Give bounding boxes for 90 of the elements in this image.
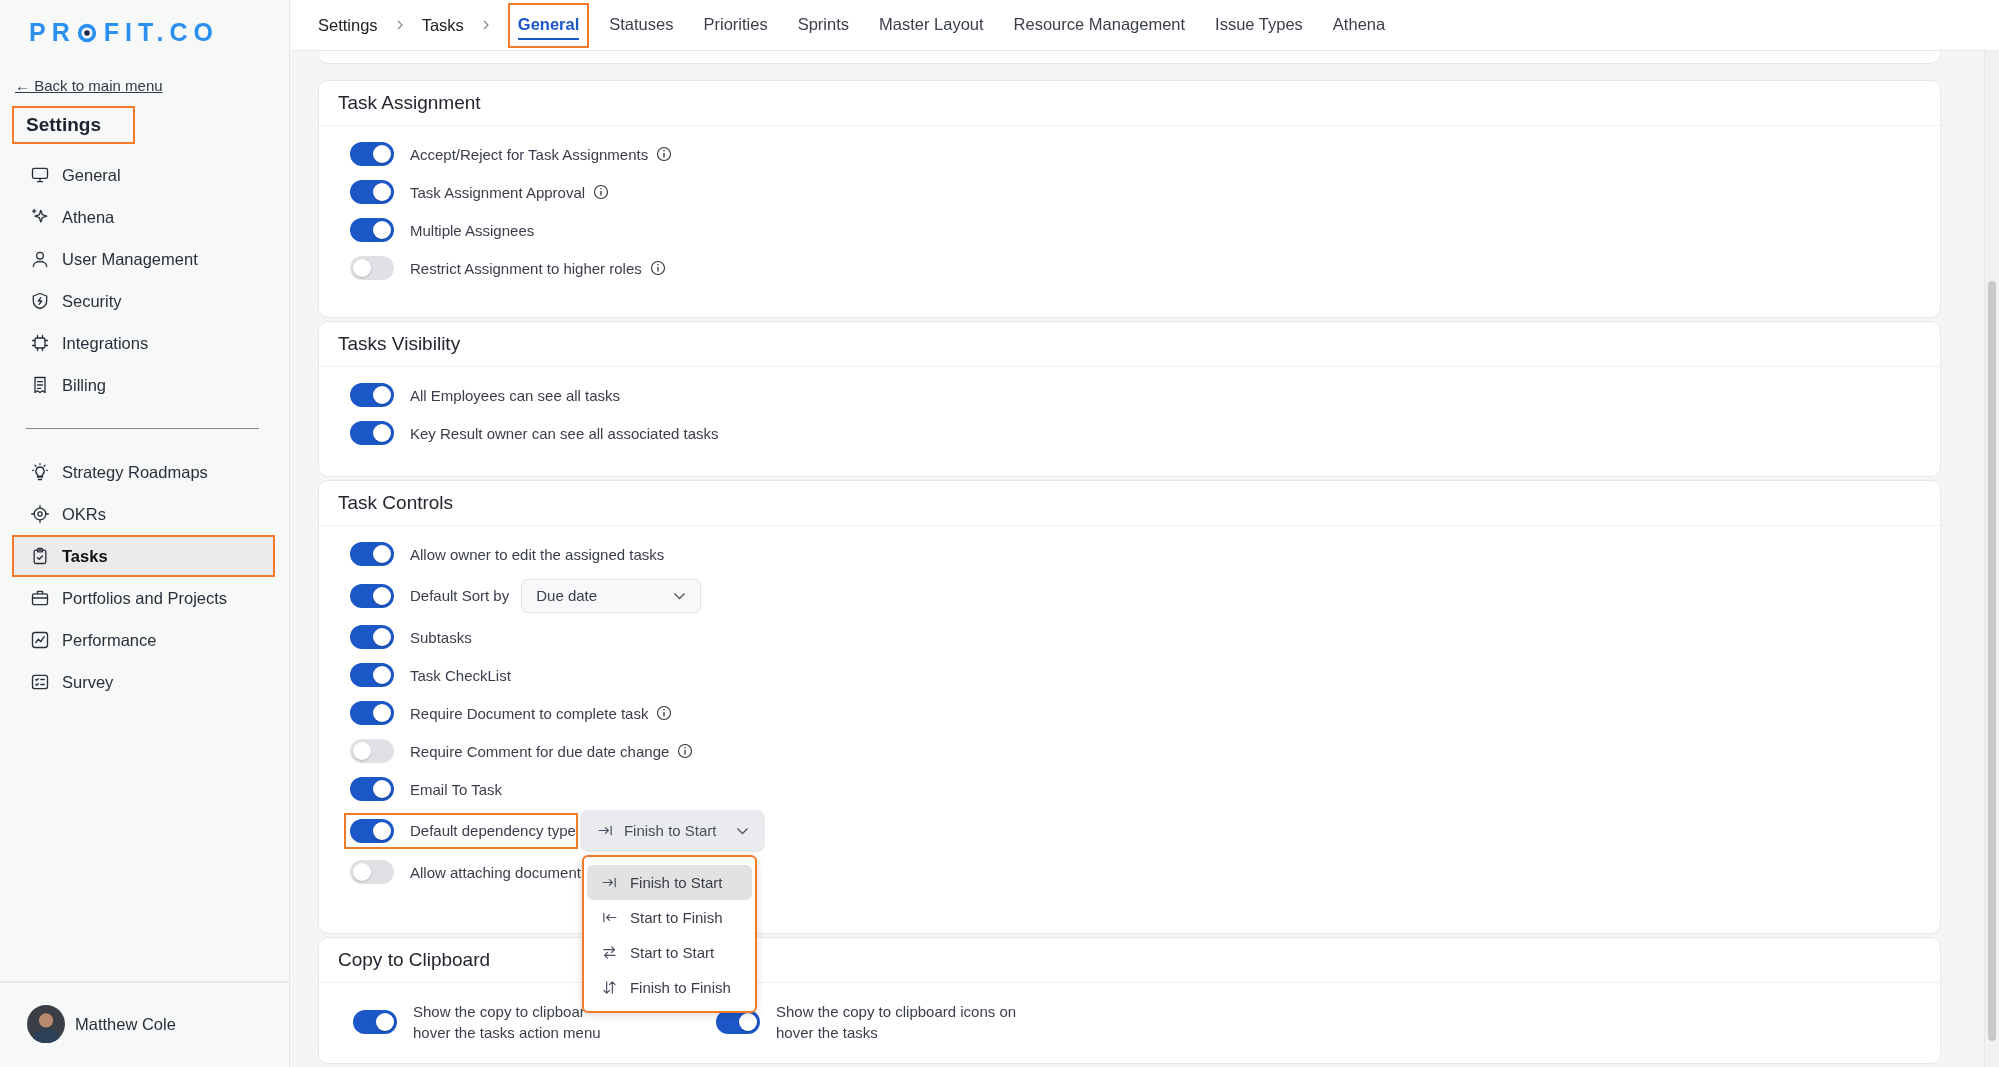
menu-option[interactable]: Start to Finish bbox=[586, 899, 752, 935]
sidebar-item[interactable]: Survey bbox=[12, 661, 275, 703]
toggle-switch[interactable] bbox=[350, 739, 394, 763]
toggle-switch[interactable] bbox=[350, 777, 394, 801]
setting-label: All Employees can see all tasks bbox=[410, 385, 621, 406]
toggle-switch[interactable] bbox=[350, 421, 394, 445]
target-icon bbox=[30, 504, 50, 524]
user-name: Matthew Cole bbox=[75, 1014, 176, 1034]
setting-label: Key Result owner can see all associated tasks bbox=[410, 423, 719, 444]
setting-label: Restrict Assignment to higher roles bbox=[410, 258, 642, 279]
chip-icon bbox=[30, 333, 50, 353]
dependency-select[interactable]: Finish to Start bbox=[579, 809, 765, 852]
swap-arrows-icon bbox=[600, 943, 618, 961]
info-icon[interactable] bbox=[649, 260, 666, 276]
setting-label: Email To Task bbox=[410, 779, 502, 800]
tab[interactable]: Sprints bbox=[787, 2, 860, 48]
info-icon[interactable] bbox=[656, 146, 673, 162]
toggle-switch[interactable] bbox=[350, 180, 394, 204]
toggle-switch[interactable] bbox=[350, 142, 394, 166]
toggle-switch[interactable] bbox=[350, 625, 394, 649]
setting-label: Default dependency type bbox=[410, 821, 576, 841]
menu-option[interactable]: Finish to Finish bbox=[586, 969, 752, 1005]
sidebar-item[interactable]: Integrations bbox=[12, 322, 275, 364]
tab[interactable]: General bbox=[507, 2, 590, 48]
menu-option[interactable]: Start to Start bbox=[586, 934, 752, 970]
toggle-switch[interactable] bbox=[353, 1010, 397, 1034]
monitor-icon bbox=[30, 165, 50, 185]
setting-label: Allow owner to edit the assigned tasks bbox=[410, 544, 665, 565]
list-checks-icon bbox=[30, 672, 50, 692]
toggle-switch[interactable] bbox=[350, 860, 394, 884]
info-icon[interactable] bbox=[593, 184, 610, 200]
chevron-right-icon bbox=[481, 20, 490, 30]
setting-label: Allow attaching document bbox=[410, 862, 581, 883]
briefcase-icon bbox=[30, 588, 50, 608]
sidebar-item[interactable]: Performance bbox=[12, 619, 275, 661]
lightbulb-icon bbox=[30, 462, 50, 482]
sidebar-item[interactable]: User Management bbox=[12, 238, 275, 280]
sidebar-item[interactable]: Portfolios and Projects bbox=[12, 577, 275, 619]
tab[interactable]: Issue Types bbox=[1205, 2, 1313, 48]
toggle-switch[interactable] bbox=[350, 583, 394, 608]
toggle-switch[interactable] bbox=[350, 218, 394, 242]
sidebar-item[interactable]: Athena bbox=[12, 196, 275, 238]
back-link[interactable]: ← Back to main menu bbox=[15, 77, 163, 94]
tab[interactable]: Statuses bbox=[599, 2, 684, 48]
sidebar-item[interactable]: OKRs bbox=[12, 493, 275, 535]
sidebar-item[interactable]: Strategy Roadmaps bbox=[12, 451, 275, 493]
logo: PR FIT.CO bbox=[29, 18, 219, 47]
setting-label: Show the copy to clipboard icons on hover the tasks bbox=[776, 1002, 1017, 1043]
chevron-right-icon bbox=[395, 20, 404, 30]
breadcrumb-item[interactable]: Tasks bbox=[421, 15, 464, 35]
sidebar-item[interactable]: Tasks bbox=[12, 535, 275, 577]
info-icon[interactable] bbox=[656, 705, 673, 721]
setting-label: Show the copy to clipboar hover the tasks action menu bbox=[413, 1002, 601, 1043]
tab[interactable]: Athena bbox=[1322, 2, 1396, 48]
section-title: Task Controls bbox=[338, 492, 454, 514]
sort-select[interactable]: Due date bbox=[521, 578, 702, 613]
section-title: Tasks Visibility bbox=[338, 333, 461, 355]
chevron-down-icon bbox=[735, 826, 749, 835]
tab[interactable]: Priorities bbox=[693, 2, 778, 48]
breadcrumb-item[interactable]: Settings bbox=[318, 15, 378, 35]
menu-option[interactable]: Finish to Start bbox=[586, 864, 752, 900]
user-icon bbox=[30, 249, 50, 269]
setting-label: Task CheckList bbox=[410, 665, 511, 686]
avatar[interactable] bbox=[27, 1005, 65, 1043]
sidebar-item[interactable]: Security bbox=[12, 280, 275, 322]
toggle-switch[interactable] bbox=[350, 383, 394, 407]
tab[interactable]: Master Layout bbox=[869, 2, 994, 48]
sidebar-item[interactable]: Billing bbox=[12, 364, 275, 406]
toggle-switch[interactable] bbox=[350, 663, 394, 687]
toggle-switch[interactable] bbox=[350, 701, 394, 725]
toggle-switch[interactable] bbox=[350, 542, 394, 566]
scrollbar[interactable] bbox=[1984, 51, 1999, 1067]
setting-label: Require Document to complete task bbox=[410, 703, 649, 724]
tab[interactable]: Resource Management bbox=[1003, 2, 1196, 48]
toggle-switch[interactable] bbox=[350, 818, 394, 843]
section-title: Task Assignment bbox=[338, 92, 481, 114]
setting-label: Accept/Reject for Task Assignments bbox=[410, 144, 649, 165]
settings-title: Settings bbox=[12, 106, 135, 144]
shield-icon bbox=[30, 291, 50, 311]
section-title: Copy to Clipboard bbox=[338, 949, 491, 971]
setting-label: Default Sort by bbox=[410, 586, 510, 606]
sidebar-item[interactable]: General bbox=[12, 154, 275, 196]
setting-label: Require Comment for due date change bbox=[410, 741, 670, 762]
down-up-arrows-icon bbox=[600, 978, 618, 996]
setting-label: Task Assignment Approval bbox=[410, 182, 586, 203]
setting-label: Multiple Assignees bbox=[410, 220, 535, 241]
chevron-down-icon bbox=[673, 591, 687, 600]
toggle-switch[interactable] bbox=[350, 256, 394, 280]
setting-label: Subtasks bbox=[410, 627, 472, 648]
info-icon[interactable] bbox=[677, 743, 694, 759]
